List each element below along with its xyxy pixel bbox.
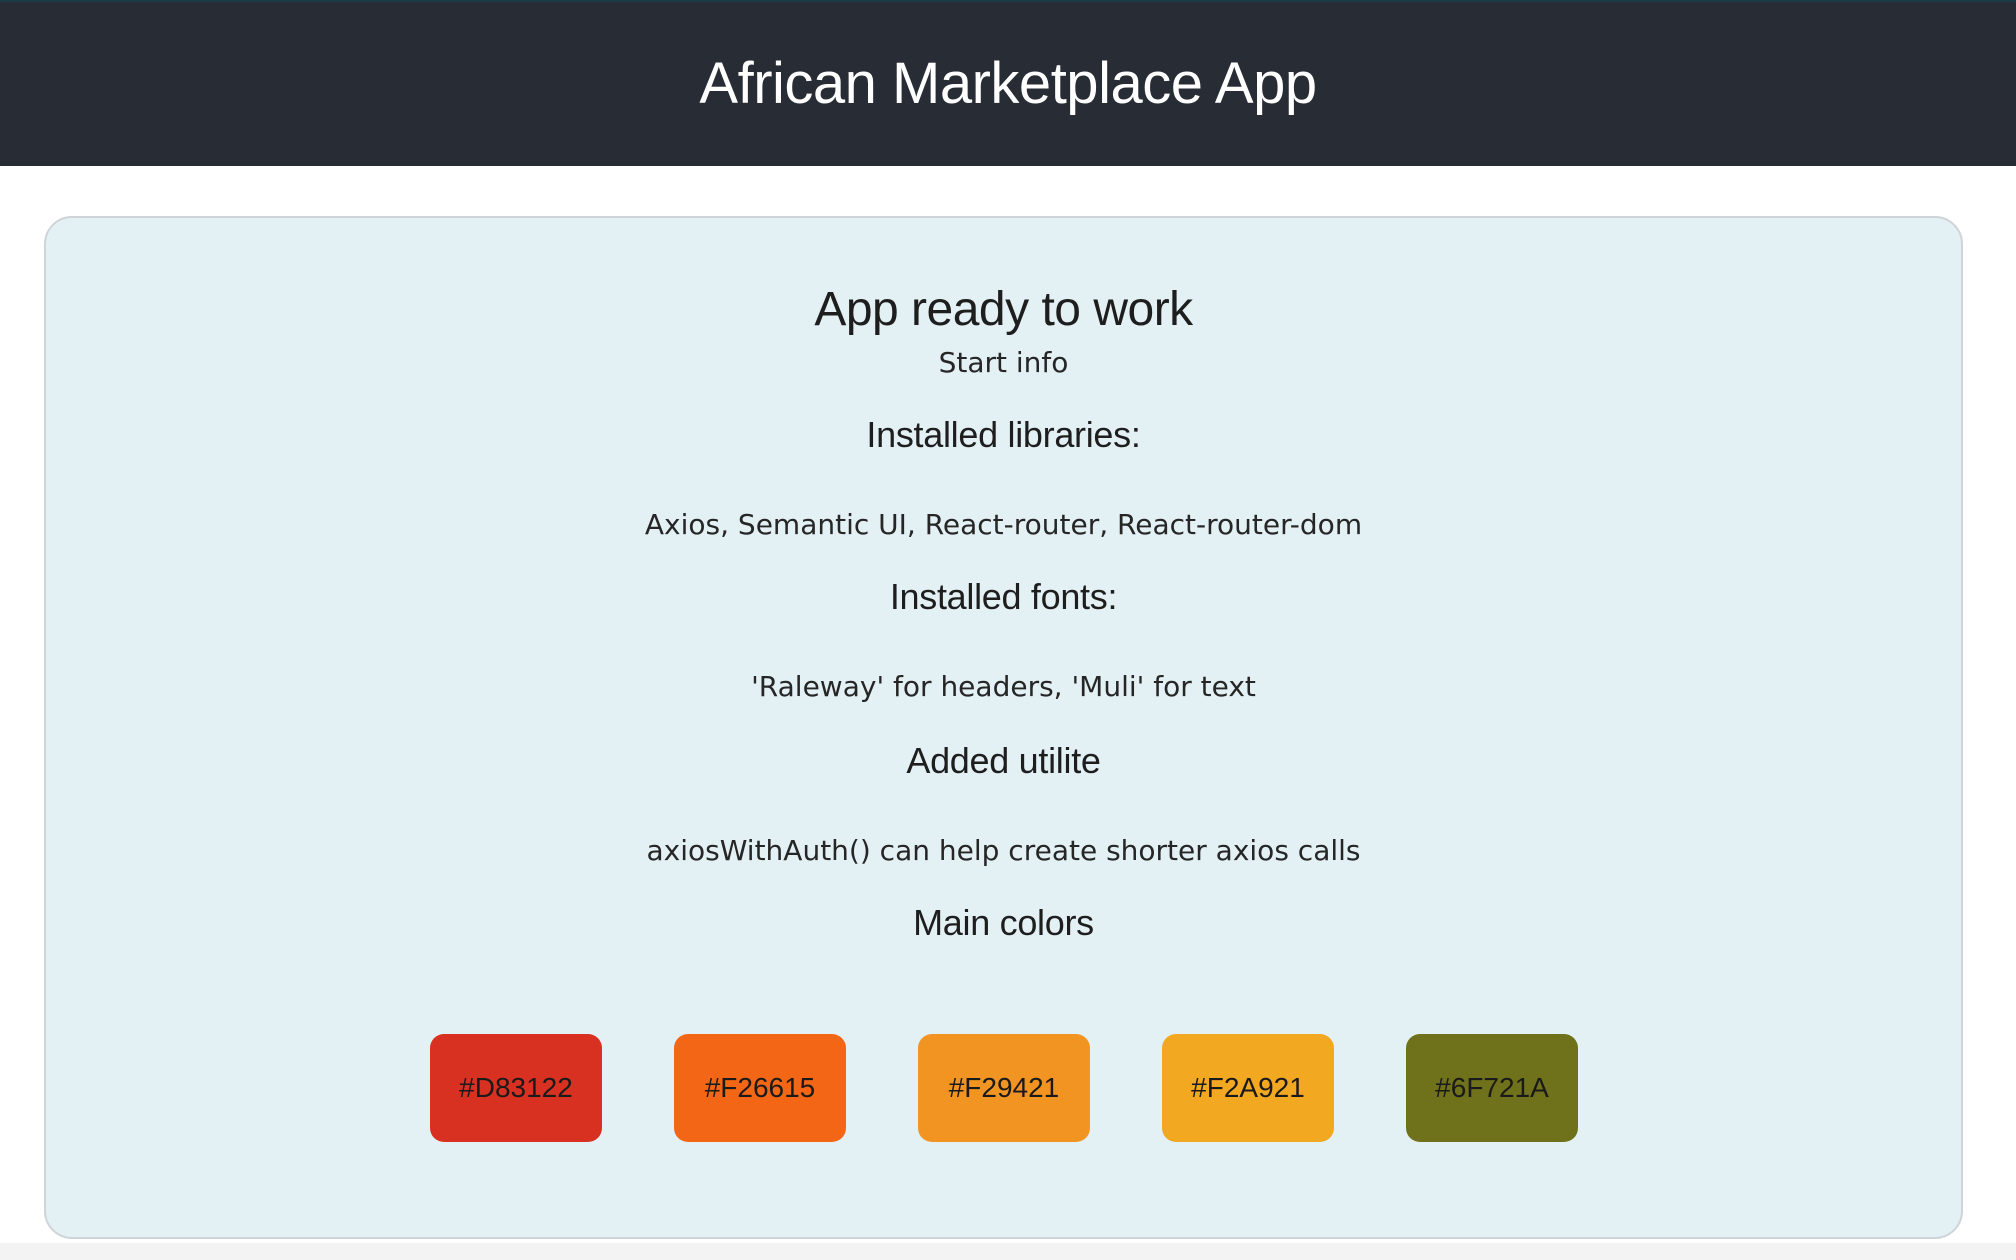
section-text-fonts: 'Raleway' for headers, 'Muli' for text — [751, 670, 1256, 703]
section-text-utilite: axiosWithAuth() can help create shorter … — [646, 834, 1361, 867]
color-swatch-yellow: #F2A921 — [1162, 1034, 1334, 1142]
color-swatch-light-orange: #F29421 — [918, 1034, 1090, 1142]
color-swatch-olive: #6F721A — [1406, 1034, 1578, 1142]
page-bottom-strip — [0, 1243, 2016, 1260]
color-swatch-red: #D83122 — [430, 1034, 602, 1142]
color-swatch-label: #F29421 — [948, 1072, 1060, 1103]
section-text-libraries: Axios, Semantic UI, React-router, React-… — [644, 508, 1363, 541]
start-info-card: App ready to work Start info Installed l… — [44, 216, 1963, 1239]
page-subheading: Start info — [938, 346, 1069, 379]
app-header: African Marketplace App — [0, 0, 2016, 166]
section-title-fonts: Installed fonts: — [889, 576, 1118, 617]
section-title-libraries: Installed libraries: — [866, 414, 1141, 455]
color-swatch-label: #F26615 — [704, 1072, 816, 1103]
color-swatch-label: #F2A921 — [1191, 1072, 1305, 1103]
page-heading: App ready to work — [814, 283, 1193, 336]
color-swatch-label: #6F721A — [1435, 1072, 1549, 1103]
colors-title: Main colors — [913, 902, 1094, 943]
section-title-utilite: Added utilite — [906, 740, 1101, 781]
app-title: African Marketplace App — [699, 50, 1317, 116]
color-swatches: #D83122 #F26615 #F29421 #F2A921 #6F721A — [430, 1034, 1580, 1142]
color-swatch-orange: #F26615 — [674, 1034, 846, 1142]
color-swatch-label: #D83122 — [459, 1072, 573, 1103]
